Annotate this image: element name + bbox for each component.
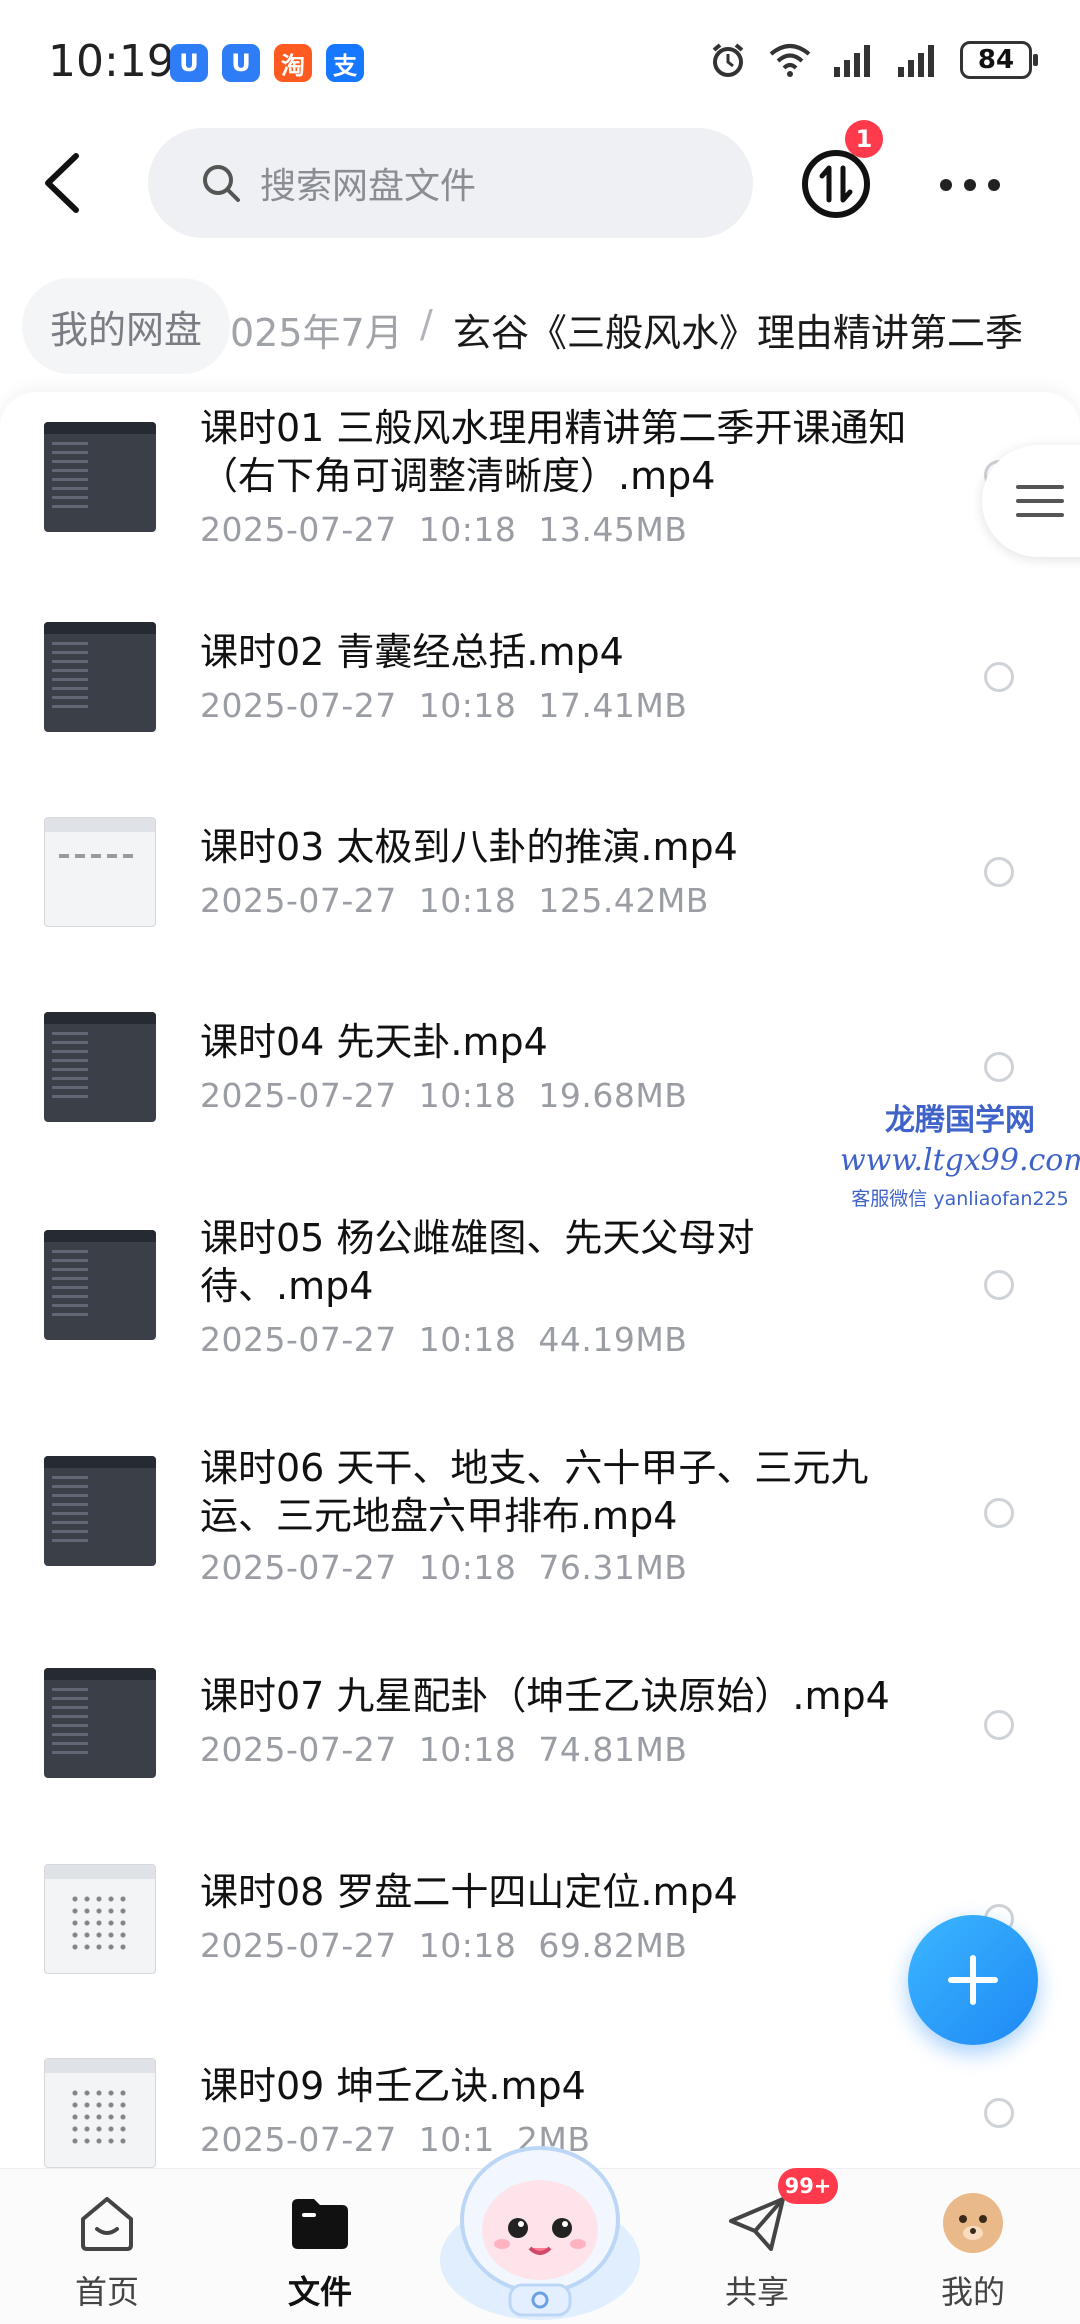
file-name: 课时03 太极到八卦的推演.mp4: [200, 825, 738, 869]
breadcrumb-current: 玄谷《三般风水》理由精讲第二季: [453, 311, 1024, 355]
video-thumbnail: [44, 622, 156, 732]
status-time: 10:19: [48, 36, 175, 87]
add-button[interactable]: [908, 1915, 1038, 2045]
alipay-icon: 支: [326, 44, 364, 82]
select-radio[interactable]: [984, 2098, 1014, 2128]
battery-indicator: 84: [960, 41, 1038, 79]
mascot-assistant-icon[interactable]: [430, 2110, 650, 2324]
video-thumbnail: [44, 2058, 156, 2168]
video-thumbnail: [44, 422, 156, 532]
nav-label: 共享: [724, 2273, 789, 2311]
app-u-icon: U: [222, 44, 260, 82]
share-badge: 99+: [778, 2168, 838, 2204]
file-list: 课时01 三般风水理用精讲第二季开课通知（右下角可调整清晰度）.mp4 2025…: [0, 392, 1080, 2172]
file-name: 课时07 九星配卦（坤壬乙诀原始）.mp4: [200, 1674, 890, 1718]
watermark-title: 龙腾国学网: [885, 1103, 1035, 1138]
back-arrow-icon[interactable]: [38, 150, 88, 216]
status-app-icons: U U 淘 支: [170, 44, 364, 82]
nav-profile[interactable]: 我的: [898, 2169, 1048, 2324]
transfer-icon[interactable]: [800, 148, 872, 220]
transfer-badge: 1: [845, 120, 883, 158]
file-meta: 2025-07-27 10:18 17.41MB: [200, 686, 688, 725]
select-radio[interactable]: [984, 662, 1014, 692]
file-name: 课时02 青囊经总括.mp4: [200, 630, 624, 674]
search-placeholder: 搜索网盘文件: [260, 166, 477, 207]
file-name: 课时08 罗盘二十四山定位.mp4: [200, 1870, 738, 1914]
status-bar: 10:19 U U 淘 支 84: [0, 0, 1080, 120]
alarm-icon: [712, 43, 744, 77]
file-meta: 2025-07-27 10:18 76.31MB: [200, 1548, 688, 1587]
select-radio[interactable]: [984, 1052, 1014, 1082]
select-radio[interactable]: [984, 1270, 1014, 1300]
breadcrumb-separator: /: [420, 302, 433, 346]
watermark: 龙腾国学网 www.ltgx99.com 客服微信 yanliaofan225: [840, 1095, 1080, 1211]
breadcrumb-parent[interactable]: 025年7月: [230, 302, 403, 357]
nav-label: 文件: [287, 2273, 352, 2311]
search-input[interactable]: 搜索网盘文件: [148, 128, 753, 238]
wifi-icon: [769, 44, 811, 77]
file-meta: 2025-07-27 10:18 69.82MB: [200, 1926, 688, 1965]
avatar-icon: [943, 2193, 1003, 2253]
file-meta: 2025-07-27 10:18 13.45MB: [200, 510, 688, 549]
plus-icon: [948, 1955, 998, 2005]
file-meta: 2025-07-27 10:18 19.68MB: [200, 1076, 688, 1115]
folder-icon: [292, 2199, 348, 2249]
app-u-icon: U: [170, 44, 208, 82]
file-name: 课时04 先天卦.mp4: [200, 1020, 548, 1064]
nav-label: 首页: [74, 2273, 139, 2311]
file-name: 课时09 坤壬乙诀.mp4: [200, 2064, 586, 2108]
taobao-icon: 淘: [274, 44, 312, 82]
file-meta: 2025-07-27 10:18 74.81MB: [200, 1730, 688, 1769]
video-thumbnail: [44, 1230, 156, 1340]
select-radio[interactable]: [984, 1710, 1014, 1740]
video-thumbnail: [44, 817, 156, 927]
select-radio[interactable]: [984, 857, 1014, 887]
file-meta: 2025-07-27 10:18 125.42MB: [200, 881, 709, 920]
breadcrumb: 我的网盘 025年7月 / 玄谷《三般风水》理由精讲第二季: [0, 278, 1080, 374]
nav-files[interactable]: 文件: [245, 2169, 395, 2324]
home-icon: [81, 2197, 133, 2251]
video-thumbnail: [44, 1012, 156, 1122]
nav-label: 我的: [940, 2273, 1005, 2311]
file-name: 课时05 杨公雌雄图、先天父母对待、.mp4: [200, 1216, 755, 1308]
video-thumbnail: [44, 1456, 156, 1566]
video-thumbnail: [44, 1864, 156, 1974]
status-indicators: 84: [708, 40, 1038, 80]
more-options-button[interactable]: [940, 155, 1000, 215]
watermark-url: www.ltgx99.com: [840, 1143, 1080, 1178]
nav-home[interactable]: 首页: [32, 2169, 182, 2324]
file-name: 课时06 天干、地支、六十甲子、三元九运、三元地盘六甲排布.mp4: [200, 1446, 869, 1538]
file-name: 课时01 三般风水理用精讲第二季开课通知（右下角可调整清晰度）.mp4: [200, 406, 907, 498]
breadcrumb-root[interactable]: 我的网盘: [22, 278, 231, 374]
file-meta: 2025-07-27 10:18 44.19MB: [200, 1320, 688, 1359]
video-thumbnail: [44, 1668, 156, 1778]
select-radio[interactable]: [984, 1498, 1014, 1528]
paper-plane-icon: [729, 2197, 785, 2251]
header: 搜索网盘文件: [0, 120, 1080, 245]
watermark-contact: 客服微信 yanliaofan225: [851, 1188, 1069, 1210]
search-icon: [203, 165, 240, 202]
signal-icon: [834, 45, 870, 77]
signal-icon: [898, 45, 934, 77]
